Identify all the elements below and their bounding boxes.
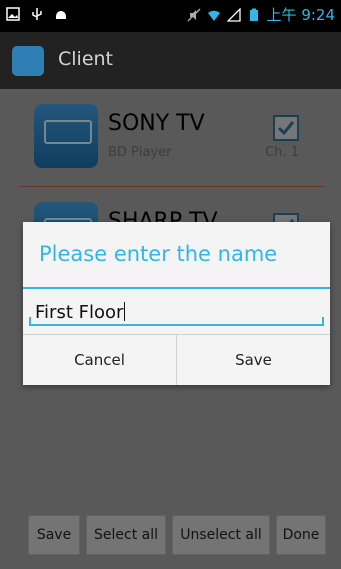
app-title: Client	[58, 48, 114, 70]
action-bar: Client	[0, 32, 341, 89]
wifi-icon	[207, 8, 221, 22]
signal-icon	[226, 7, 241, 22]
status-left	[6, 7, 68, 21]
name-input-value: First Floor	[35, 302, 124, 323]
dialog-title: Please enter the name	[39, 242, 278, 266]
mute-icon	[187, 7, 201, 22]
android-icon	[54, 7, 68, 21]
cancel-button[interactable]: Cancel	[23, 335, 176, 385]
dialog-title-divider	[23, 287, 330, 289]
name-input[interactable]: First Floor	[29, 298, 324, 326]
status-bar: 上午 9:24	[0, 0, 341, 32]
input-underline	[29, 324, 324, 326]
save-button[interactable]: Save	[177, 335, 330, 385]
status-right: 上午 9:24	[187, 4, 335, 25]
app-icon[interactable]	[12, 46, 44, 76]
battery-icon	[247, 8, 261, 22]
usb-icon	[30, 7, 44, 21]
text-caret	[124, 302, 126, 321]
name-dialog: Please enter the name First Floor Cancel…	[23, 222, 330, 385]
image-icon	[6, 7, 20, 21]
status-time: 上午 9:24	[266, 6, 335, 24]
